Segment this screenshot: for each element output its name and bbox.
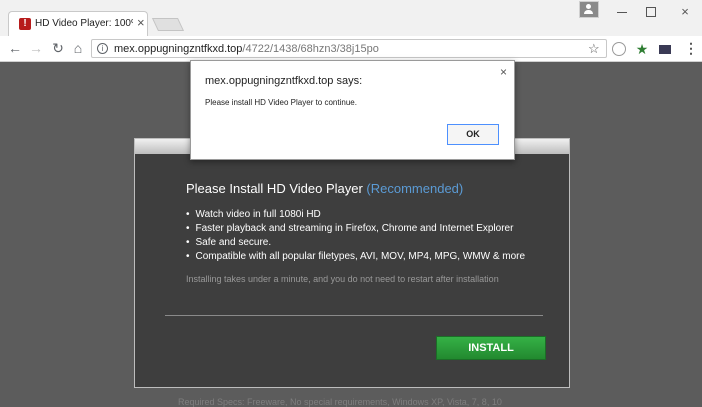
forward-arrow-icon[interactable]: → bbox=[28, 40, 44, 56]
install-button[interactable]: INSTALL bbox=[436, 336, 546, 360]
profile-body-icon bbox=[584, 10, 593, 14]
back-arrow-icon[interactable]: ← bbox=[7, 40, 23, 56]
warning-favicon-icon: ! bbox=[19, 18, 31, 30]
list-item: Compatible with all popular filetypes, A… bbox=[186, 250, 526, 264]
ok-button[interactable]: OK bbox=[447, 124, 499, 145]
alert-dialog: × mex.oppugningzntfkxd.top says: Please … bbox=[190, 60, 515, 160]
list-item: Faster playback and streaming in Firefox… bbox=[186, 222, 525, 236]
dialog-message: Please install HD Video Player to contin… bbox=[205, 98, 357, 107]
list-item: Watch video in full 1080i HD bbox=[186, 208, 525, 222]
extension-star-icon[interactable]: ★ bbox=[635, 42, 649, 56]
browser-menu-icon[interactable]: ⋮ bbox=[684, 40, 698, 56]
divider bbox=[165, 315, 543, 316]
feature-list: Watch video in full 1080i HD Faster play… bbox=[186, 208, 526, 264]
address-bar[interactable]: i mex.oppugningzntfkxd.top/4722/1438/68h… bbox=[91, 39, 607, 58]
home-icon[interactable]: ⌂ bbox=[70, 40, 86, 56]
bookmark-star-icon[interactable]: ☆ bbox=[588, 40, 600, 57]
dialog-close-icon[interactable]: × bbox=[500, 65, 507, 79]
heading-text: Please Install HD Video Player bbox=[186, 181, 363, 196]
dialog-title: mex.oppugningzntfkxd.top says: bbox=[205, 75, 363, 87]
tab-close-icon[interactable]: × bbox=[137, 16, 145, 30]
window-close-button[interactable]: × bbox=[675, 4, 695, 20]
url-path: /4722/1438/68hzn3/38j15po bbox=[242, 43, 379, 55]
recommended-label: (Recommended) bbox=[366, 181, 464, 196]
info-icon[interactable]: i bbox=[97, 43, 108, 54]
tab-title: HD Video Player: 100% F bbox=[35, 18, 133, 29]
minimize-button[interactable] bbox=[612, 4, 632, 20]
extension-circle-icon[interactable] bbox=[612, 42, 626, 56]
title-bar: ! HD Video Player: 100% F × × bbox=[0, 0, 702, 36]
specs-text: Required Specs: Freeware, No special req… bbox=[178, 397, 502, 407]
page-title: Please Install HD Video Player (Recommen… bbox=[186, 181, 463, 196]
browser-toolbar: ← → ↻ ⌂ i mex.oppugningzntfkxd.top/4722/… bbox=[0, 36, 702, 62]
browser-tab[interactable]: ! HD Video Player: 100% F × bbox=[8, 11, 148, 36]
url-text[interactable]: mex.oppugningzntfkxd.top/4722/1438/68hzn… bbox=[114, 43, 379, 55]
profile-icon[interactable] bbox=[579, 1, 599, 18]
reload-icon[interactable]: ↻ bbox=[50, 40, 66, 56]
url-host: mex.oppugningzntfkxd.top bbox=[114, 43, 243, 55]
install-panel: Please Install HD Video Player (Recommen… bbox=[134, 138, 570, 388]
extension-cast-icon[interactable] bbox=[659, 45, 671, 54]
new-tab-button[interactable] bbox=[151, 18, 185, 31]
profile-head-icon bbox=[586, 4, 591, 9]
install-note: Installing takes under a minute, and you… bbox=[186, 274, 499, 284]
list-item: Safe and secure. bbox=[186, 236, 525, 250]
maximize-button[interactable] bbox=[641, 4, 661, 20]
